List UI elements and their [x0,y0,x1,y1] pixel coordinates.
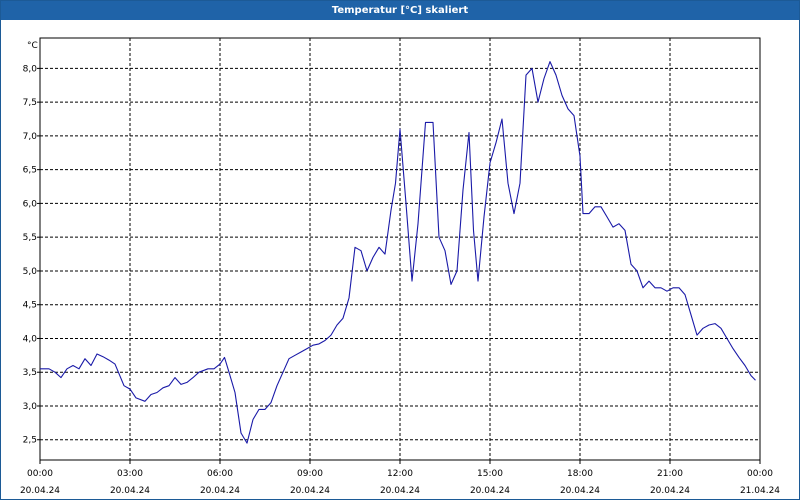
x-tick-date-label: 20.04.24 [470,486,510,496]
y-tick-label: 5,5 [23,233,37,243]
x-tick-time-label: 06:00 [207,469,233,479]
grid-lines [40,38,760,460]
y-tick-label: 7,5 [23,98,37,108]
x-tick-date-label: 20.04.24 [200,486,240,496]
y-tick-label: 6,5 [23,166,37,176]
y-axis-unit-label: °C [27,41,38,51]
x-tick-time-label: 09:00 [297,469,323,479]
x-tick-time-label: 00:00 [27,469,53,479]
x-tick-labels: 00:00 20.04.24 03:00 20.04.24 06:00 20.04.24 0… [20,469,780,496]
temperature-series-line [40,61,756,444]
x-tick-date-label: 20.04.24 [560,486,600,496]
y-tick-label: 4,5 [23,301,37,311]
y-tick-labels: 2,5 3,0 3,5 4,0 4,5 5,0 5,5 6,0 6,5 7,0 7,5 8,0 [23,64,38,445]
y-tick-label: 2,5 [23,436,37,446]
x-tick-time-label: 18:00 [567,469,593,479]
x-tick-date-label: 20.04.24 [380,486,420,496]
x-tick-time-label: 15:00 [477,469,503,479]
x-tick-time-label: 21:00 [657,469,683,479]
x-tick-time-label: 00:00 [747,469,773,479]
x-tick-date-label: 20.04.24 [110,486,150,496]
temperature-chart: 2,5 3,0 3,5 4,0 4,5 5,0 5,5 6,0 6,5 7,0 7,5 8,0 00:… [20,37,780,496]
y-tick-label: 3,0 [23,402,38,412]
y-tick-label: 3,5 [23,368,37,378]
x-tick-date-label: 20.04.24 [20,486,60,496]
x-tick-time-label: 12:00 [387,469,413,479]
x-tick-date-label: 21.04.24 [740,486,780,496]
y-tick-label: 7,0 [23,132,38,142]
y-tick-label: 6,0 [23,199,38,209]
y-tick-label: 4,0 [23,334,38,344]
y-tick-label: 5,0 [23,267,38,277]
y-tick-label: 8,0 [23,64,38,74]
x-tick-time-label: 03:00 [117,469,143,479]
x-tick-date-label: 20.04.24 [290,486,330,496]
series-group [40,61,756,444]
x-tick-date-label: 20.04.24 [650,486,690,496]
